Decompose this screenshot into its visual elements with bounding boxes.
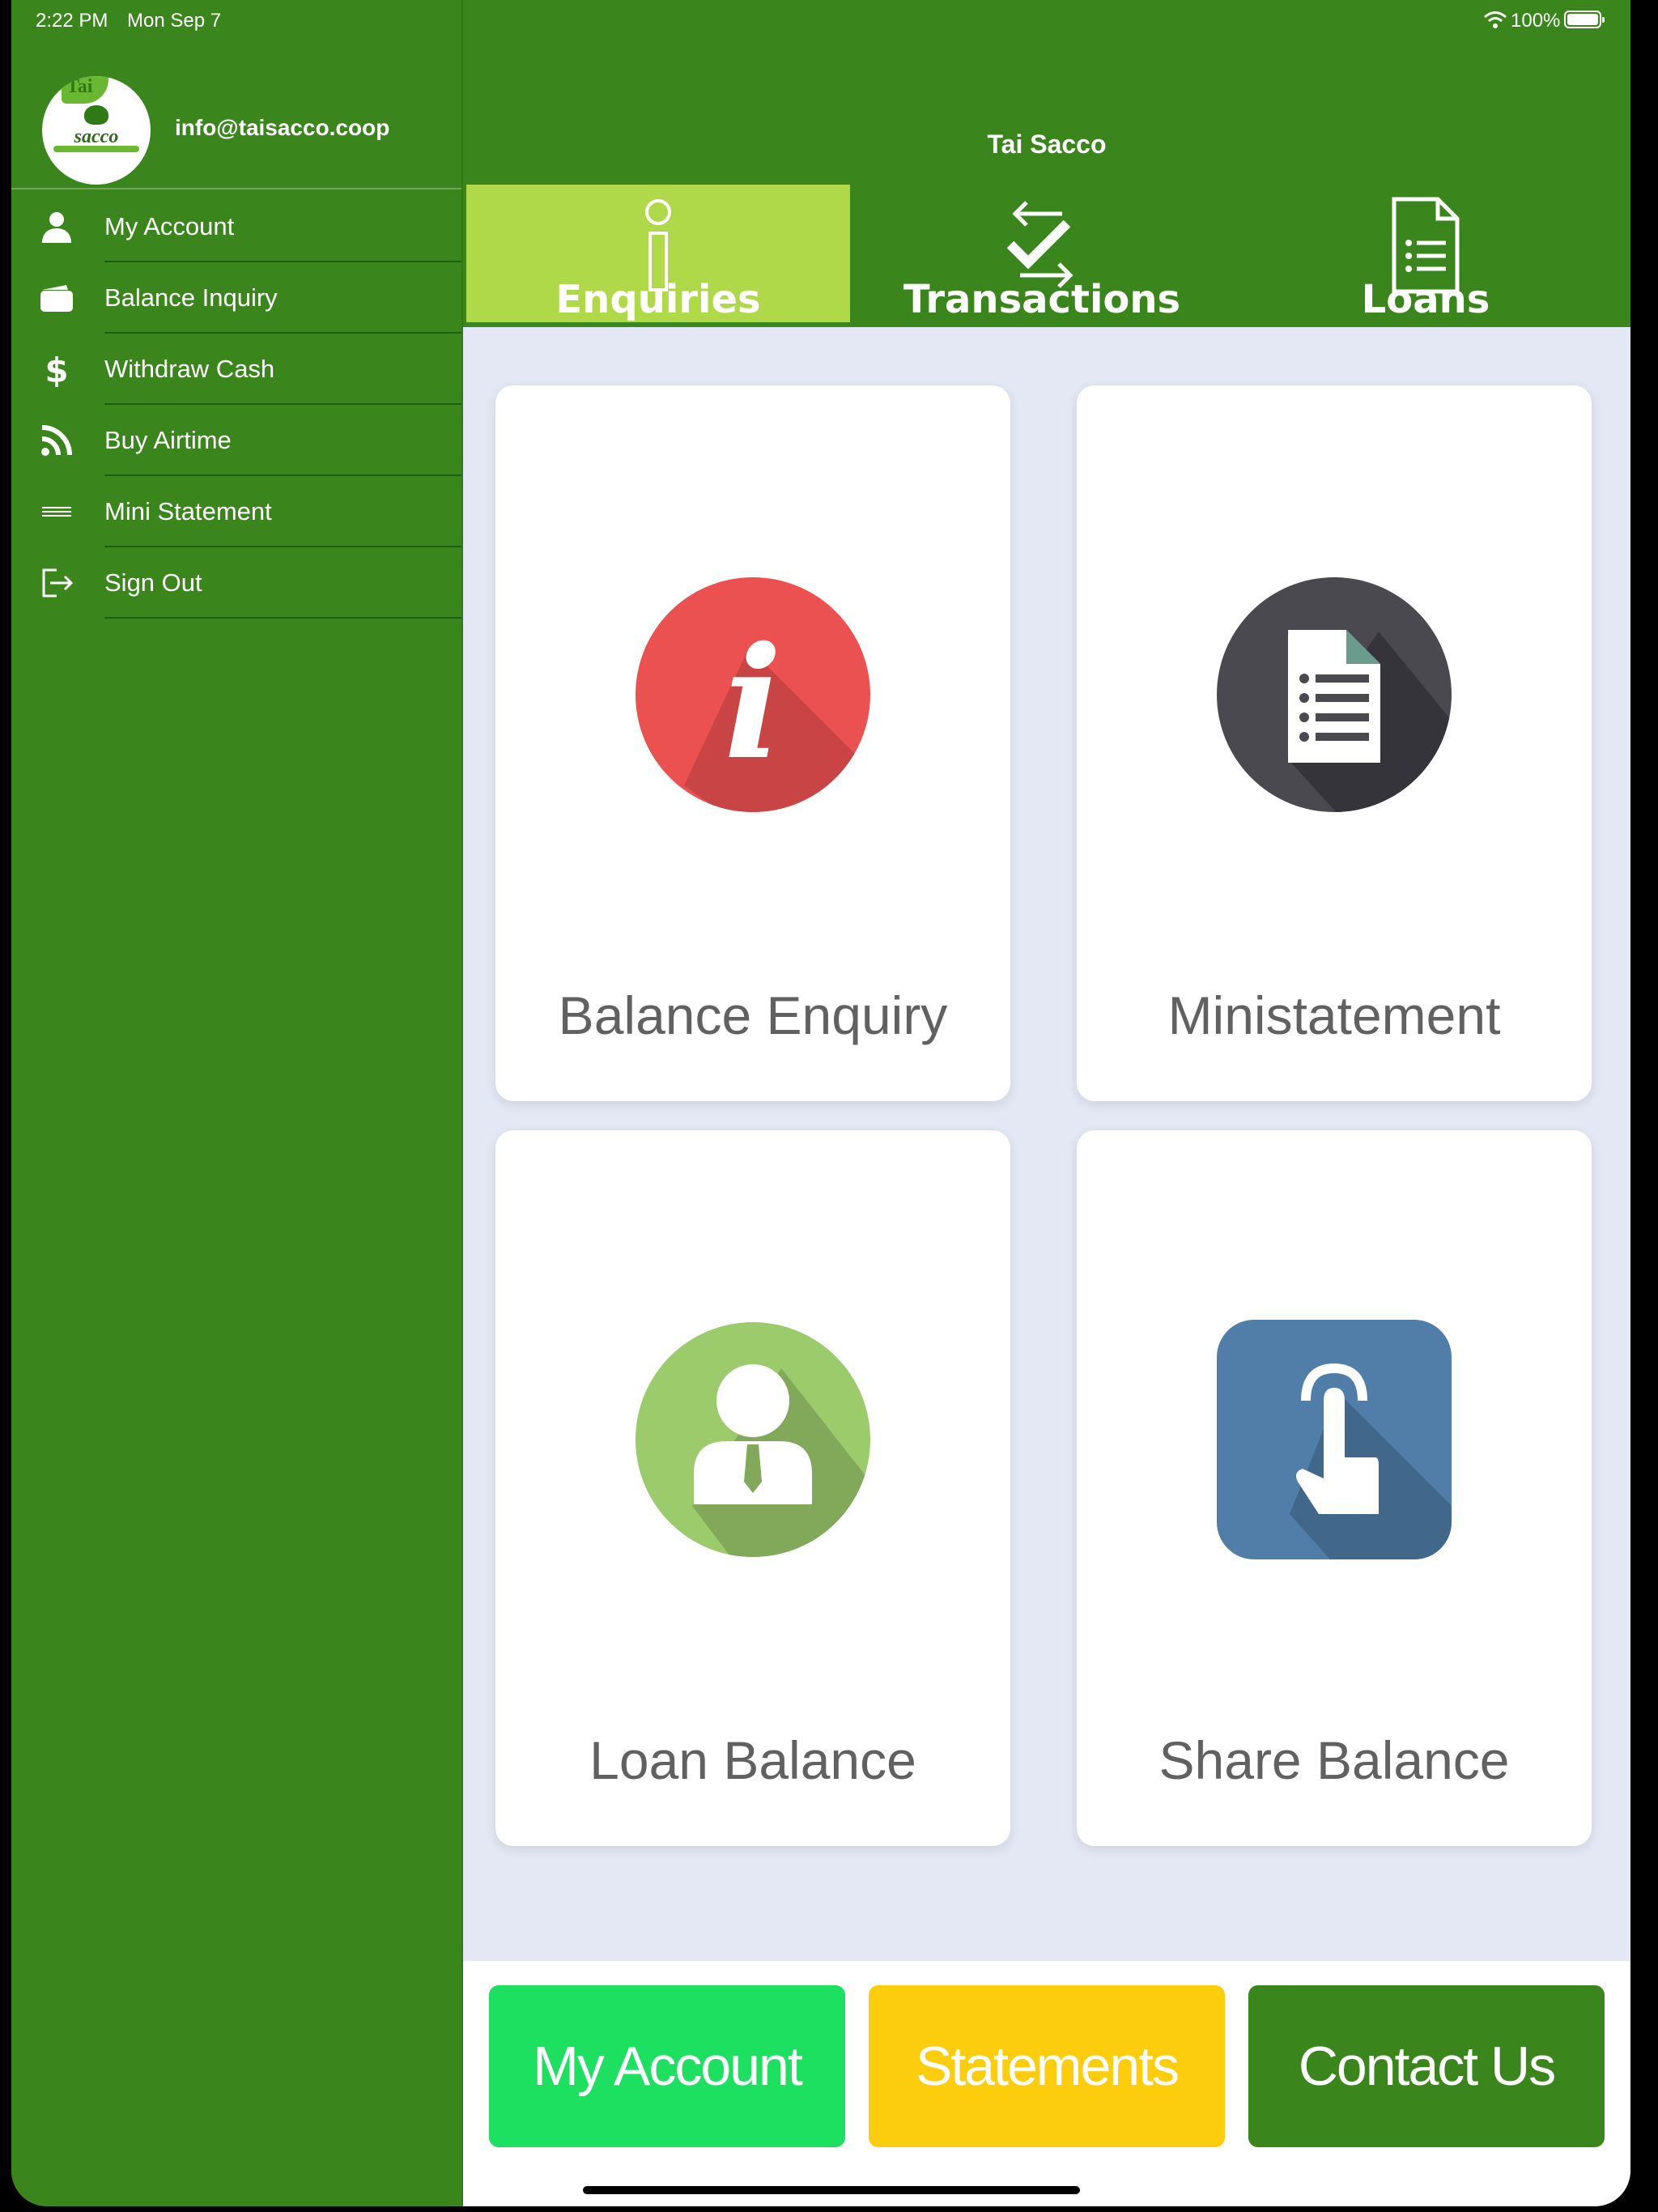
wifi-icon	[1484, 11, 1507, 28]
card-label: Balance Enquiry	[558, 985, 948, 1045]
home-indicator[interactable]	[583, 2186, 1080, 2194]
sidebar-item-label: Sign Out	[104, 568, 202, 597]
statement-doc-icon	[1217, 577, 1452, 812]
sidebar-item-label: My Account	[104, 212, 235, 240]
tap-finger-icon	[1217, 1320, 1452, 1559]
dollar-icon: $	[45, 351, 68, 387]
rss-icon	[41, 425, 72, 456]
lines-icon	[42, 507, 71, 517]
my-account-button[interactable]: My Account	[489, 1985, 845, 2147]
info-circle-icon: i	[636, 577, 870, 812]
tab-label: Transactions	[903, 277, 1181, 322]
person-icon	[42, 212, 71, 243]
device-screen: Tai sacco info@taisacco.coop My Account …	[11, 0, 1630, 2206]
sidebar-item-sign-out[interactable]: Sign Out	[11, 547, 461, 619]
sign-out-icon	[42, 568, 74, 598]
user-circle-icon	[636, 1322, 870, 1557]
logo-ring-shape	[53, 146, 139, 152]
contact-us-button[interactable]: Contact Us	[1248, 1985, 1605, 2147]
card-label: Loan Balance	[589, 1730, 916, 1790]
sacco-logo: Tai sacco	[42, 76, 151, 185]
statements-button[interactable]: Statements	[869, 1985, 1225, 2147]
svg-text:$: $	[45, 351, 68, 387]
sidebar-item-mini-statement[interactable]: Mini Statement	[11, 476, 461, 547]
card-ministatement[interactable]: Ministatement	[1077, 385, 1592, 1101]
menu-divider	[104, 617, 461, 619]
battery-icon	[1564, 11, 1605, 28]
user-email: info@taisacco.coop	[175, 115, 390, 140]
sidebar-item-balance-inquiry[interactable]: Balance Inquiry	[11, 262, 461, 334]
card-balance-enquiry[interactable]: i Balance Enquiry	[495, 385, 1010, 1101]
status-date: Mon Sep 7	[127, 10, 222, 32]
content-area: i Balance Enquiry Ministatement Loan Bal…	[463, 327, 1630, 1961]
sidebar-item-label: Withdraw Cash	[104, 355, 275, 383]
card-label: Share Balance	[1158, 1730, 1510, 1790]
bottom-button-bar: My Account Statements Contact Us	[463, 1961, 1630, 2206]
sidebar-header: Tai sacco info@taisacco.coop	[11, 71, 461, 189]
logo-text-tai: Tai	[66, 76, 93, 97]
card-share-balance[interactable]: Share Balance	[1077, 1130, 1592, 1846]
battery-percent: 100%	[1511, 10, 1561, 32]
tab-loans[interactable]: Loans	[1234, 185, 1618, 322]
sidebar-item-my-account[interactable]: My Account	[11, 191, 461, 262]
tab-transactions[interactable]: Transactions	[850, 185, 1234, 322]
sidebar-item-buy-airtime[interactable]: Buy Airtime	[11, 405, 461, 476]
logo-bird-shape	[84, 105, 108, 125]
sidebar: Tai sacco info@taisacco.coop My Account …	[11, 0, 463, 2206]
main-panel: Tai Sacco Enquiries Transactions Loans i…	[463, 0, 1630, 2206]
tab-bar: Enquiries Transactions Loans	[463, 185, 1630, 324]
sidebar-item-withdraw-cash[interactable]: $ Withdraw Cash	[11, 334, 461, 405]
card-label: Ministatement	[1167, 985, 1501, 1045]
page-title: Tai Sacco	[987, 130, 1107, 159]
sidebar-menu: My Account Balance Inquiry $ Withdraw Ca…	[11, 191, 461, 619]
tab-label: Enquiries	[555, 277, 761, 322]
tab-label: Loans	[1361, 277, 1490, 322]
sidebar-item-label: Buy Airtime	[104, 426, 232, 454]
status-time: 2:22 PM	[36, 10, 108, 32]
sidebar-item-label: Mini Statement	[104, 497, 272, 525]
sidebar-item-label: Balance Inquiry	[104, 283, 278, 312]
wallet-icon	[40, 285, 73, 312]
sidebar-divider	[11, 188, 461, 189]
svg-text:i: i	[724, 613, 782, 793]
status-bar: 2:22 PM Mon Sep 7 100%	[11, 0, 1630, 40]
logo-text-sacco: sacco	[74, 126, 119, 147]
tab-enquiries[interactable]: Enquiries	[466, 185, 850, 322]
card-loan-balance[interactable]: Loan Balance	[495, 1130, 1010, 1846]
